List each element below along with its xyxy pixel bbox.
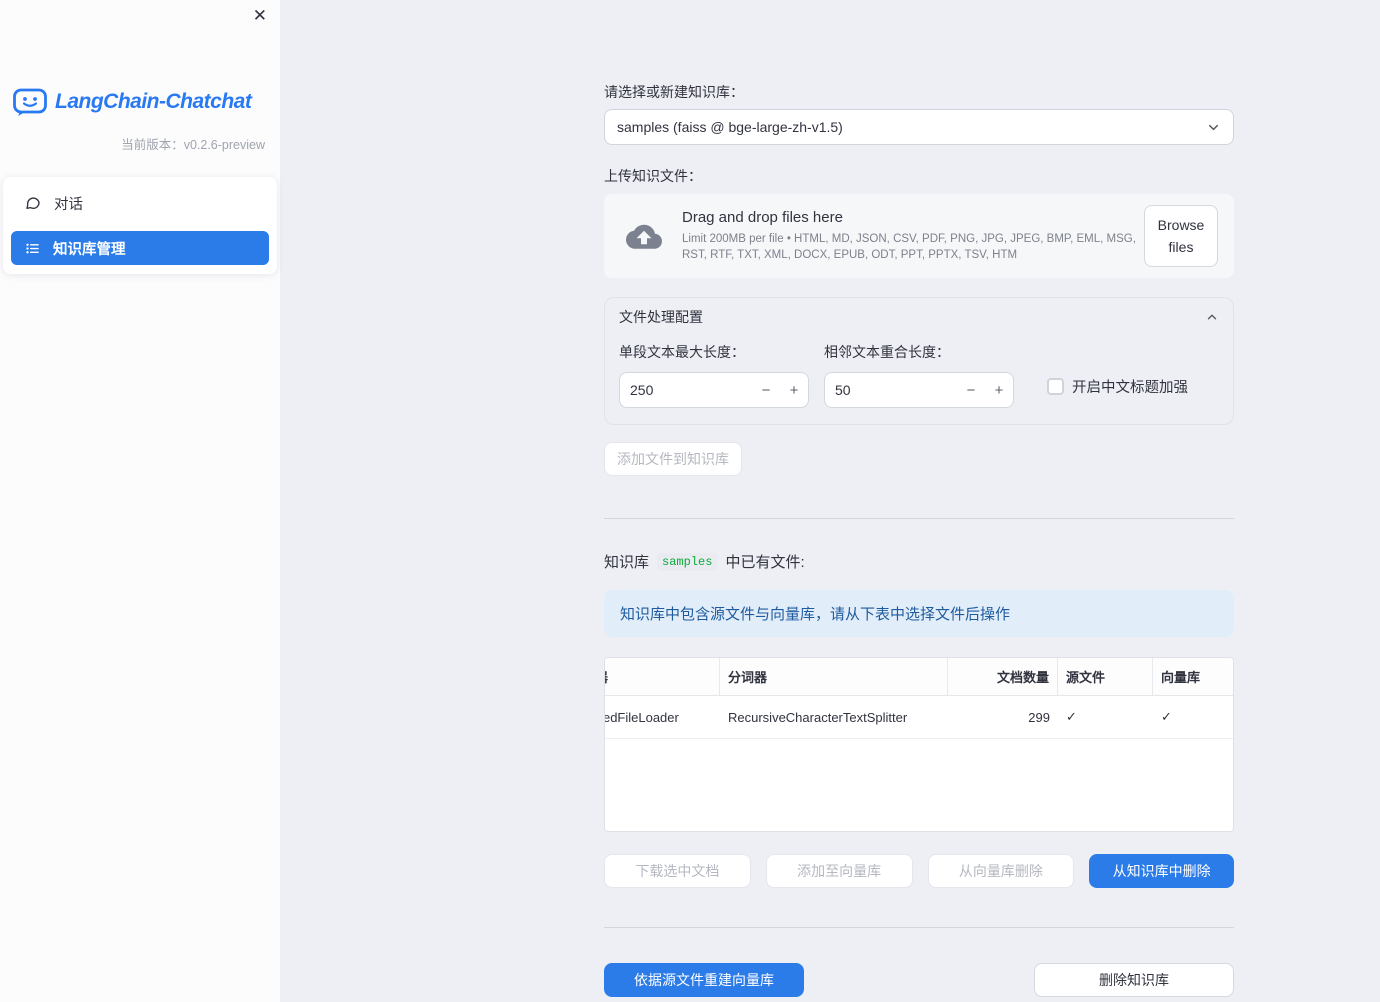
info-alert: 知识库中包含源文件与向量库，请从下表中选择文件后操作	[604, 590, 1234, 637]
max-length-label: 单段文本最大长度：	[619, 344, 745, 360]
sidebar-menu: 对话 知识库管理	[3, 177, 277, 274]
minus-icon[interactable]: −	[957, 382, 985, 399]
cell-doc-count: 299	[1028, 709, 1050, 725]
close-icon[interactable]: ✕	[253, 7, 267, 24]
overlap-value: 50	[835, 382, 851, 398]
cell-splitter: RecursiveCharacterTextSplitter	[728, 709, 908, 725]
column-header-splitter[interactable]: 分词器	[720, 658, 948, 695]
sidebar: ✕ LangChain-Chatchat 当前版本：v0.2.6-preview…	[0, 0, 280, 1002]
add-files-button[interactable]: 添加文件到知识库	[604, 442, 742, 476]
upload-label: 上传知识文件：	[604, 168, 702, 184]
rebuild-vector-button[interactable]: 依据源文件重建向量库	[604, 963, 804, 997]
cell-vector-check: ✓	[1161, 709, 1172, 724]
browse-files-button[interactable]: Browse files	[1144, 204, 1218, 268]
max-length-group: 单段文本最大长度： 250 − +	[619, 342, 809, 408]
kb-files-prefix: 知识库	[604, 554, 650, 571]
file-config-expander: 文件处理配置 单段文本最大长度： 250 − + 相邻文本重合长度： 50 − …	[604, 297, 1234, 425]
kb-action-buttons: 依据源文件重建向量库 删除知识库	[604, 963, 1234, 997]
menu-item-chat[interactable]: 对话	[11, 186, 269, 220]
cell-loader: UnstructuredFileLoader	[605, 709, 679, 725]
file-action-buttons: 下载选中文档 添加至向量库 从向量库删除 从知识库中删除	[604, 854, 1234, 888]
kb-select-label: 请选择或新建知识库：	[604, 84, 744, 100]
chat-bubble-icon	[26, 197, 40, 209]
files-table-inner: 文档加载器 分词器 文档数量 源文件 向量库 UnstructuredFileL…	[605, 658, 1233, 739]
divider	[604, 927, 1234, 928]
version-label: 当前版本：v0.2.6-preview	[121, 138, 265, 152]
add-to-vector-button[interactable]: 添加至向量库	[765, 854, 913, 888]
expander-body: 单段文本最大长度： 250 − + 相邻文本重合长度： 50 − + 开启中文标…	[605, 336, 1233, 424]
chevron-up-icon	[1207, 314, 1217, 320]
delete-kb-button[interactable]: 删除知识库	[1034, 963, 1234, 997]
table-header-row: 文档加载器 分词器 文档数量 源文件 向量库	[605, 658, 1233, 696]
overlap-input[interactable]: 50 − +	[824, 372, 1014, 408]
logo-text: LangChain-Chatchat	[55, 90, 252, 113]
max-length-input[interactable]: 250 − +	[619, 372, 809, 408]
uploader-limit: Limit 200MB per file • HTML, MD, JSON, C…	[682, 232, 1136, 261]
list-icon	[26, 243, 39, 253]
zh-title-enhance-group: 开启中文标题加强	[1047, 376, 1188, 397]
main-content: 请选择或新建知识库： samples (faiss @ bge-large-zh…	[604, 0, 1234, 997]
minus-icon[interactable]: −	[752, 382, 780, 399]
chevron-down-icon	[1209, 124, 1218, 130]
delete-from-vector-button[interactable]: 从向量库删除	[927, 854, 1075, 888]
column-header-loader[interactable]: 文档加载器	[605, 658, 720, 695]
kb-name-code: samples	[657, 552, 718, 571]
column-header-vector[interactable]: 向量库	[1153, 658, 1233, 695]
plus-icon[interactable]: +	[985, 382, 1013, 399]
kb-files-suffix: 中已有文件:	[725, 554, 805, 571]
overlap-group: 相邻文本重合长度： 50 − +	[824, 342, 1014, 408]
app-logo: LangChain-Chatchat	[12, 86, 280, 118]
table-row[interactable]: UnstructuredFileLoader RecursiveCharacte…	[605, 696, 1233, 739]
kb-select[interactable]: samples (faiss @ bge-large-zh-v1.5)	[604, 109, 1234, 145]
column-header-source[interactable]: 源文件	[1058, 658, 1153, 695]
divider	[604, 518, 1234, 519]
kb-files-heading: 知识库 samples 中已有文件:	[604, 551, 1234, 572]
max-length-value: 250	[630, 382, 654, 398]
download-selected-button[interactable]: 下载选中文档	[604, 854, 751, 888]
uploader-title: Drag and drop files here	[682, 208, 843, 226]
expander-title: 文件处理配置	[619, 309, 703, 325]
cell-source-check: ✓	[1066, 709, 1077, 724]
file-uploader-dropzone[interactable]: Drag and drop files here Limit 200MB per…	[604, 194, 1234, 278]
menu-item-knowledge-base[interactable]: 知识库管理	[11, 231, 269, 265]
kb-select-value: samples (faiss @ bge-large-zh-v1.5)	[617, 119, 843, 135]
menu-item-label: 知识库管理	[53, 241, 126, 258]
zh-title-enhance-label: 开启中文标题加强	[1072, 380, 1188, 396]
expander-header[interactable]: 文件处理配置	[605, 298, 1233, 336]
zh-title-enhance-checkbox[interactable]	[1047, 378, 1064, 395]
delete-from-kb-button[interactable]: 从知识库中删除	[1089, 854, 1234, 888]
cloud-upload-icon	[626, 224, 662, 249]
plus-icon[interactable]: +	[780, 382, 808, 399]
files-table: 文档加载器 分词器 文档数量 源文件 向量库 UnstructuredFileL…	[604, 657, 1234, 832]
menu-item-label: 对话	[54, 196, 83, 213]
logo-icon	[13, 88, 47, 116]
overlap-label: 相邻文本重合长度：	[824, 344, 950, 360]
column-header-doc-count[interactable]: 文档数量	[948, 658, 1058, 695]
uploader-text: Drag and drop files here Limit 200MB per…	[682, 209, 1144, 263]
